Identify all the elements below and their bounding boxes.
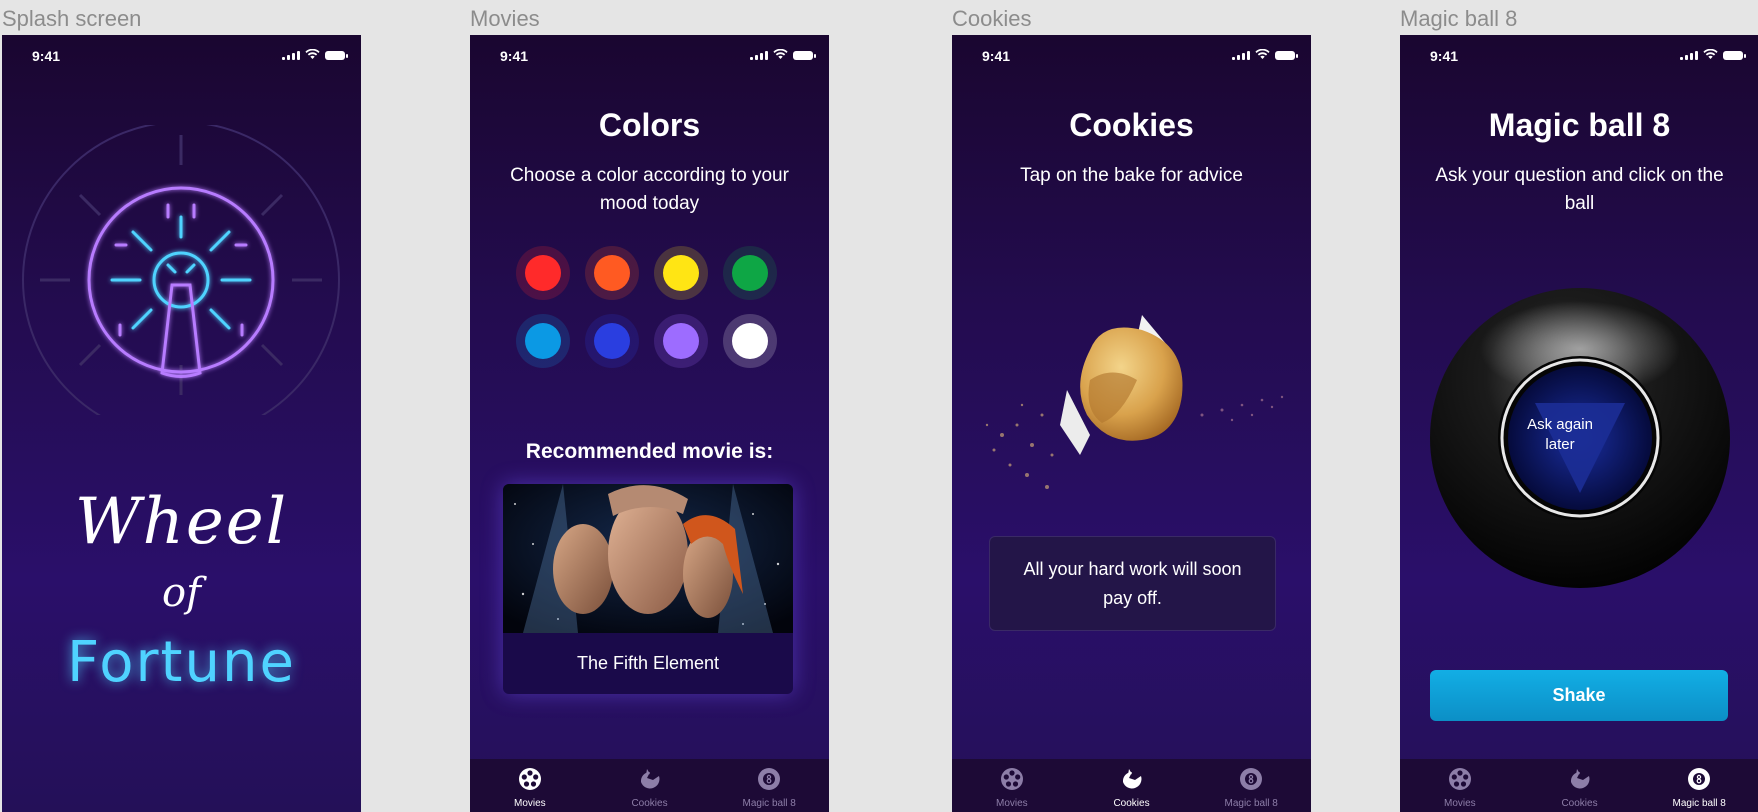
frame-label-cookies: Cookies — [952, 6, 1032, 31]
tab-cookies[interactable]: Cookies — [590, 759, 710, 812]
tab-bar: Movies Cookies Magic ball 8 — [952, 759, 1311, 812]
magic-ball-icon — [1688, 768, 1711, 790]
status-time: 9:41 — [982, 48, 1011, 64]
movie-card[interactable]: The Fifth Element — [503, 484, 793, 694]
color-swatch[interactable] — [516, 314, 570, 368]
film-reel-icon — [518, 768, 541, 790]
tab-bar: Movies Cookies Magic ball 8 — [470, 759, 829, 812]
tab-magic-ball[interactable]: Magic ball 8 — [709, 759, 829, 812]
status-bar: 9:41 — [952, 35, 1311, 79]
cookies-screen: 9:41 Cookies Tap on the bake for advice — [952, 35, 1311, 812]
logo-word-wheel: Wheel — [74, 485, 289, 559]
page-subtitle: Choose a color according to your mood to… — [510, 165, 789, 214]
movie-poster-image — [503, 484, 793, 633]
tab-label: Cookies — [1113, 798, 1150, 809]
cellular-signal-icon — [1232, 50, 1250, 60]
color-swatch-fill — [525, 255, 561, 291]
page-title: Colors — [598, 107, 701, 143]
wifi-icon — [305, 49, 320, 59]
film-reel-icon — [1000, 768, 1023, 790]
tab-movies[interactable]: Movies — [952, 759, 1072, 812]
ball-answer-text: Ask again later — [1527, 416, 1593, 453]
tab-label: Cookies — [1561, 798, 1598, 809]
tab-label: Movies — [1443, 798, 1476, 809]
page-title: Cookies — [1069, 107, 1194, 143]
color-swatch-fill — [594, 255, 630, 291]
battery-icon — [793, 51, 816, 60]
tab-label: Magic ball 8 — [1224, 798, 1278, 809]
advice-card: All your hard work will soon pay off. — [989, 536, 1276, 631]
tab-cookies[interactable]: Cookies — [1520, 759, 1640, 812]
color-swatch-fill — [732, 255, 768, 291]
page-title: Magic ball 8 — [1488, 107, 1671, 143]
cellular-signal-icon — [1680, 50, 1698, 60]
wifi-icon — [773, 49, 788, 59]
color-swatch[interactable] — [723, 314, 777, 368]
magic-ball-icon — [758, 768, 781, 790]
film-reel-icon — [1448, 768, 1471, 790]
battery-icon — [1723, 51, 1746, 60]
wheel-logo-icon — [22, 125, 340, 415]
battery-icon — [325, 51, 348, 60]
tab-label: Cookies — [631, 798, 668, 809]
splash-screen: 9:41 Wheel of Fortune — [2, 35, 361, 812]
status-time: 9:41 — [1430, 48, 1459, 64]
tab-label: Magic ball 8 — [1672, 798, 1726, 809]
tab-label: Movies — [995, 798, 1028, 809]
tab-movies[interactable]: Movies — [1400, 759, 1520, 812]
color-swatch[interactable] — [654, 246, 708, 300]
tab-magic-ball[interactable]: Magic ball 8 — [1191, 759, 1311, 812]
logo-word-fortune: Fortune — [67, 630, 296, 695]
color-swatch[interactable] — [654, 314, 708, 368]
color-swatch-fill — [525, 323, 561, 359]
frame-label-splash: Splash screen — [2, 6, 142, 31]
cookie-icon — [1122, 769, 1141, 789]
tab-magic-ball[interactable]: Magic ball 8 — [1639, 759, 1758, 812]
color-swatch-fill — [594, 323, 630, 359]
battery-icon — [1275, 51, 1298, 60]
recommended-heading: Recommended movie is: — [525, 440, 774, 463]
cellular-signal-icon — [750, 50, 768, 60]
frame-label-movies: Movies — [470, 6, 540, 31]
status-time: 9:41 — [500, 48, 529, 64]
color-swatch[interactable] — [585, 246, 639, 300]
cellular-signal-icon — [282, 50, 300, 60]
tab-cookies[interactable]: Cookies — [1072, 759, 1192, 812]
color-swatch-fill — [663, 323, 699, 359]
shake-button[interactable]: Shake — [1430, 670, 1728, 721]
color-swatch[interactable] — [723, 246, 777, 300]
tab-movies[interactable]: Movies — [470, 759, 590, 812]
magic-ball-icon — [1240, 768, 1263, 790]
tab-label: Movies — [513, 798, 546, 809]
page-subtitle: Ask your question and click on the ball — [1435, 165, 1724, 214]
color-swatch[interactable] — [585, 314, 639, 368]
status-bar: 9:41 — [1400, 35, 1758, 79]
status-bar: 9:41 — [2, 35, 361, 79]
cookie-icon — [640, 769, 659, 789]
tab-bar: Movies Cookies Magic ball 8 — [1400, 759, 1758, 812]
movies-screen: 9:41 Colors Choose a color according to … — [470, 35, 829, 812]
status-bar: 9:41 — [470, 35, 829, 79]
wifi-icon — [1703, 49, 1718, 59]
color-swatch-fill — [663, 255, 699, 291]
color-swatch-fill — [732, 323, 768, 359]
frame-label-magic: Magic ball 8 — [1400, 6, 1518, 31]
tab-label: Magic ball 8 — [742, 798, 796, 809]
status-time: 9:41 — [32, 48, 61, 64]
page-subtitle: Tap on the bake for advice — [1020, 165, 1243, 186]
cookie-icon — [1570, 769, 1589, 789]
advice-text: All your hard work will soon pay off. — [1023, 558, 1242, 608]
magic-ball-screen: 9:41 Magic ball 8 Ask your question and … — [1400, 35, 1758, 812]
logo-word-of: of — [162, 570, 201, 616]
movie-title: The Fifth Element — [576, 653, 720, 673]
color-swatch[interactable] — [516, 246, 570, 300]
fortune-cookie-image[interactable] — [972, 305, 1302, 505]
wifi-icon — [1255, 49, 1270, 59]
